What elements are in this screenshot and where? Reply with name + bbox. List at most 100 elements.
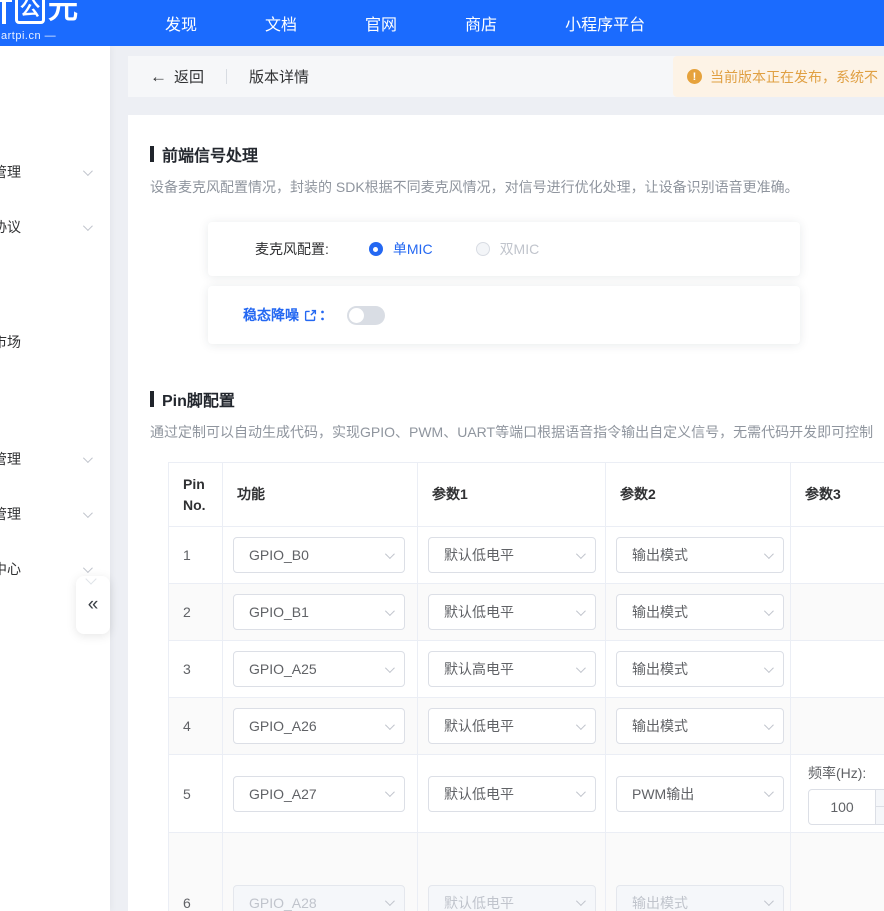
- param1-select[interactable]: 默认低电平: [428, 594, 596, 630]
- function-select[interactable]: GPIO_A27: [233, 776, 405, 812]
- select-value: 默认低电平: [444, 716, 514, 736]
- function-select[interactable]: GPIO_B1: [233, 594, 405, 630]
- pin-number: 1: [169, 527, 223, 584]
- param2-select[interactable]: 输出模式: [616, 537, 784, 573]
- select-value: 默认低电平: [444, 784, 514, 804]
- sidebar-item-label: 市场: [0, 332, 21, 352]
- select-value: GPIO_A25: [249, 661, 317, 677]
- param1-select[interactable]: 默认高电平: [428, 651, 596, 687]
- param2-select[interactable]: 输出模式: [616, 651, 784, 687]
- sidebar-item[interactable]: 管理: [0, 494, 110, 534]
- function-select[interactable]: GPIO_B0: [233, 537, 405, 573]
- pin-number: 4: [169, 698, 223, 755]
- param1-select: 默认低电平: [428, 885, 596, 911]
- sidebar-item[interactable]: 管理: [0, 152, 110, 192]
- select-value: 输出模式: [632, 716, 688, 736]
- decrease-button[interactable]: [876, 807, 884, 824]
- brand-logo[interactable]: 公 元 artpi.cn —: [0, 0, 130, 46]
- sidebar-item[interactable]: 管理: [0, 439, 110, 479]
- toggle-knob: [349, 308, 364, 323]
- chevron-down-icon: [83, 221, 93, 231]
- sidebar-item[interactable]: 市场: [0, 322, 110, 362]
- radio-dual-mic: [476, 242, 490, 256]
- param2-select: 输出模式: [616, 885, 784, 911]
- chevron-down-icon: [576, 787, 586, 797]
- warning-icon: !: [687, 69, 702, 84]
- chevron-down-icon: [576, 663, 586, 673]
- sidebar-collapse-button[interactable]: «: [76, 576, 110, 634]
- function-select[interactable]: GPIO_A25: [233, 651, 405, 687]
- chevron-down-icon: [385, 787, 395, 797]
- chevron-down-icon: [764, 606, 774, 616]
- sidebar-item-label: 管理: [0, 504, 21, 524]
- pin-number: 2: [169, 584, 223, 641]
- sidebar-item-label: 中心: [0, 559, 21, 579]
- param2-select[interactable]: 输出模式: [616, 594, 784, 630]
- logo-partial-glyph: [0, 0, 12, 24]
- param1-select[interactable]: 默认低电平: [428, 776, 596, 812]
- logo-char-yuan: 元: [48, 0, 78, 25]
- nav-item[interactable]: 官网: [365, 11, 397, 35]
- sidebar-item-label: 管理: [0, 449, 21, 469]
- increase-button[interactable]: [876, 790, 884, 808]
- column-header: Pin No.: [169, 463, 223, 527]
- select-value: 输出模式: [632, 893, 688, 911]
- frequency-input[interactable]: 100: [808, 789, 884, 825]
- noise-reduction-toggle[interactable]: [347, 306, 385, 325]
- chevron-down-icon: [83, 166, 93, 176]
- chevron-down-icon: [764, 787, 774, 797]
- noise-label-colon: ：: [319, 305, 333, 325]
- sidebar-item-label: 管理: [0, 162, 21, 182]
- chevron-down-icon: [83, 508, 93, 518]
- param1-select[interactable]: 默认低电平: [428, 537, 596, 573]
- column-header: 参数3: [791, 463, 884, 527]
- section-title-signal: 前端信号处理: [150, 142, 258, 166]
- chevron-down-icon: [764, 663, 774, 673]
- param2-select[interactable]: PWM输出: [616, 776, 784, 812]
- page-title: 版本详情: [249, 66, 309, 87]
- sidebar-item[interactable]: 协议: [0, 207, 110, 247]
- radio-single-mic[interactable]: [369, 242, 383, 256]
- chevron-down-icon: [764, 549, 774, 559]
- chevron-down-icon: [83, 563, 93, 573]
- back-arrow-icon: ←: [150, 68, 167, 85]
- nav-item[interactable]: 商店: [465, 11, 497, 35]
- pin-number: 5: [169, 755, 223, 833]
- title-accent-bar: [150, 146, 154, 162]
- select-value: GPIO_B0: [249, 547, 309, 563]
- table-row: 2 GPIO_B1 默认低电平 输出模式: [169, 584, 884, 641]
- mic-config-card: 麦克风配置: 单MIC 双MIC: [208, 222, 800, 276]
- table-row: 6GPIO_A28默认低电平输出模式: [169, 833, 884, 911]
- param1-select[interactable]: 默认低电平: [428, 708, 596, 744]
- page-header: ← 返回 版本详情 ! 当前版本正在发布，系统不: [128, 56, 884, 97]
- sidebar: 管理协议市场管理管理中心: [0, 46, 110, 911]
- function-select[interactable]: GPIO_A26: [233, 708, 405, 744]
- chevron-down-icon: [576, 606, 586, 616]
- back-button[interactable]: ← 返回: [150, 66, 204, 87]
- table-row: 5 GPIO_A27 默认低电平 PWM输出 频率(Hz): 100: [169, 755, 884, 833]
- chevron-down-icon: [385, 896, 395, 906]
- noise-reduction-link[interactable]: 稳态降噪: [243, 305, 317, 325]
- select-value: 默认低电平: [444, 602, 514, 622]
- select-value: GPIO_A26: [249, 718, 317, 734]
- select-value: PWM输出: [632, 784, 694, 804]
- number-stepper: [875, 790, 884, 824]
- radio-dual-mic-label: 双MIC: [500, 239, 540, 259]
- pin-config-table: Pin No.功能参数1参数2参数3 1GPIO_B0默认低电平输出模式2GPI…: [168, 462, 884, 911]
- pin-number: 6: [169, 833, 223, 911]
- content-panel: 前端信号处理 设备麦克风配置情况，封装的 SDK根据不同麦克风情况，对信号进行优…: [128, 115, 884, 911]
- chevron-down-icon: [576, 896, 586, 906]
- param2-select[interactable]: 输出模式: [616, 708, 784, 744]
- table-header-row: Pin No.功能参数1参数2参数3: [169, 463, 884, 527]
- select-value: 输出模式: [632, 602, 688, 622]
- nav-item[interactable]: 发现: [165, 11, 197, 35]
- select-value: GPIO_A27: [249, 786, 317, 802]
- chevron-down-icon: [764, 720, 774, 730]
- nav-item[interactable]: 文档: [265, 11, 297, 35]
- radio-single-mic-label: 单MIC: [393, 239, 433, 259]
- chevron-down-icon: [83, 453, 93, 463]
- column-header: 参数1: [418, 463, 606, 527]
- nav-item[interactable]: 小程序平台: [565, 11, 645, 35]
- alert-text: 当前版本正在发布，系统不: [710, 67, 878, 87]
- frequency-label: 频率(Hz):: [808, 763, 884, 783]
